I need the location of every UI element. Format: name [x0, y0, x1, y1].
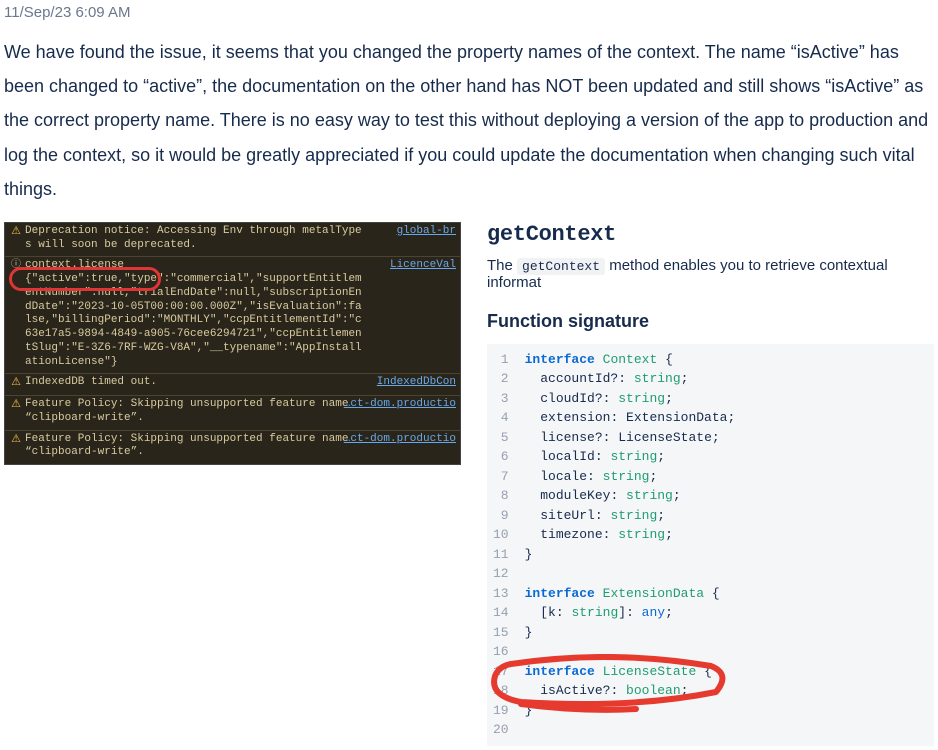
line-number: 1 [493, 350, 509, 370]
docs-para-code: getContext [517, 258, 605, 275]
warning-icon: ⚠ [9, 434, 23, 448]
attachments-row: ⚠Deprecation notice: Accessing Env throu… [4, 222, 934, 746]
line-number: 2 [493, 369, 509, 389]
console-row: ⚠Feature Policy: Skipping unsupported fe… [5, 430, 460, 465]
line-number: 20 [493, 720, 509, 740]
console-source-link[interactable]: …ct-dom.productio [344, 433, 456, 447]
console-row: ⓘcontext.license{"active":true,"type":"c… [5, 256, 460, 373]
console-screenshot: ⚠Deprecation notice: Accessing Env throu… [4, 222, 461, 465]
docs-paragraph: The getContext method enables you to ret… [487, 257, 934, 291]
docs-para-before: The [487, 257, 517, 274]
line-number: 14 [493, 603, 509, 623]
console-panel: ⚠Deprecation notice: Accessing Env throu… [4, 222, 461, 465]
warning-icon: ⚠ [9, 377, 23, 391]
console-source-link[interactable]: IndexedDbCon [377, 376, 456, 390]
line-number: 18 [493, 681, 509, 701]
console-source-link[interactable]: global-br [397, 225, 456, 239]
warning-icon: ⚠ [9, 226, 23, 240]
line-number: 15 [493, 623, 509, 643]
console-row: ⚠Feature Policy: Skipping unsupported fe… [5, 395, 460, 430]
console-row: ⚠Deprecation notice: Accessing Env throu… [5, 223, 460, 257]
console-log-label: context.license [25, 259, 366, 273]
code-gutter: 1234567891011121314151617181920 [487, 344, 517, 746]
console-message: Deprecation notice: Accessing Env throug… [25, 225, 456, 253]
line-number: 13 [493, 584, 509, 604]
line-number: 11 [493, 545, 509, 565]
console-message: context.license{"active":true,"type":"co… [25, 259, 456, 369]
line-number: 19 [493, 701, 509, 721]
code-block: 1234567891011121314151617181920 interfac… [487, 344, 934, 746]
console-source-link[interactable]: …ct-dom.productio [344, 398, 456, 412]
line-number: 7 [493, 467, 509, 487]
line-number: 3 [493, 389, 509, 409]
console-json: {"active":true,"type":"commercial","supp… [25, 273, 366, 369]
line-number: 4 [493, 408, 509, 428]
console-row: ⚠IndexedDB timed out.IndexedDbCon [5, 373, 460, 395]
comment-timestamp: 11/Sep/23 6:09 AM [4, 4, 934, 21]
warning-icon: ⚠ [9, 399, 23, 413]
line-number: 12 [493, 564, 509, 584]
line-number: 10 [493, 525, 509, 545]
docs-heading: getContext [487, 222, 934, 247]
info-icon: ⓘ [9, 260, 23, 273]
line-number: 9 [493, 506, 509, 526]
comment-body: We have found the issue, it seems that y… [4, 35, 934, 206]
line-number: 8 [493, 486, 509, 506]
docs-sig-heading: Function signature [487, 311, 934, 332]
docs-screenshot: getContext The getContext method enables… [487, 222, 934, 746]
line-number: 16 [493, 642, 509, 662]
console-source-link[interactable]: LicenceVal [390, 259, 456, 273]
code-content: interface Context { accountId?: string; … [517, 344, 934, 746]
line-number: 17 [493, 662, 509, 682]
line-number: 5 [493, 428, 509, 448]
line-number: 6 [493, 447, 509, 467]
